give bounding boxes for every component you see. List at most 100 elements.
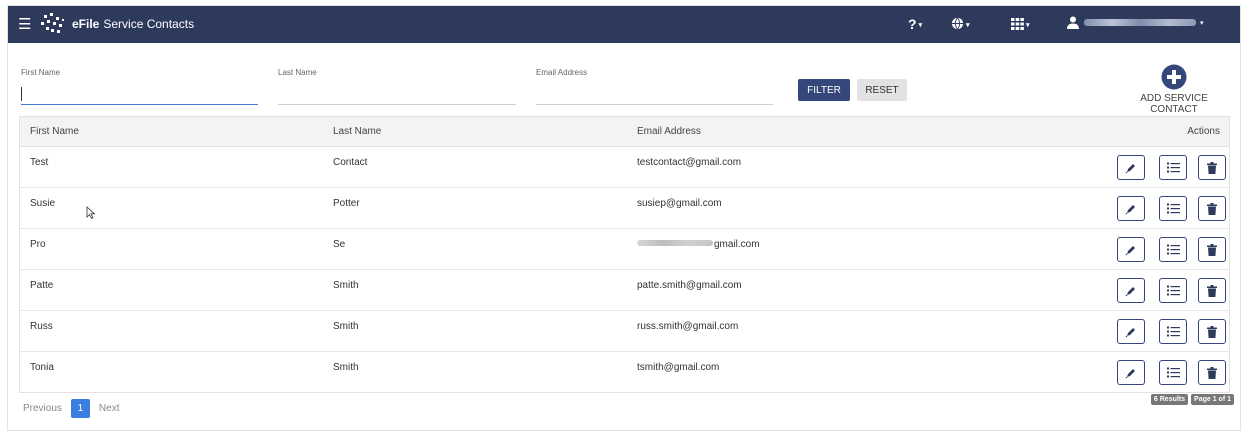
chevron-down-icon: ▾ xyxy=(1200,19,1204,27)
help-menu[interactable]: ? ▾ xyxy=(908,16,922,34)
cell-last-name: Smith xyxy=(333,280,359,291)
trash-icon xyxy=(1207,202,1217,215)
details-button[interactable] xyxy=(1159,196,1187,221)
cell-first-name: Tonia xyxy=(30,362,54,373)
edit-button[interactable] xyxy=(1117,237,1145,262)
chevron-down-icon: ▾ xyxy=(966,22,970,29)
cell-email: patte.smith@gmail.com xyxy=(637,280,742,291)
brand-name: eFile xyxy=(72,17,100,31)
apps-menu[interactable]: ▾ xyxy=(1011,16,1030,34)
chevron-down-icon: ▾ xyxy=(1026,22,1030,29)
table-row: Test Contact testcontact@gmail.com xyxy=(20,147,1229,188)
table-row: Pro Se gmail.com xyxy=(20,229,1229,270)
cell-email-domain: gmail.com xyxy=(714,239,760,250)
page-name: Service Contacts xyxy=(103,17,195,31)
user-email-redacted xyxy=(1084,19,1196,26)
details-button[interactable] xyxy=(1159,155,1187,180)
reset-button[interactable]: RESET xyxy=(857,79,907,101)
list-icon xyxy=(1166,326,1180,337)
edit-button[interactable] xyxy=(1117,278,1145,303)
delete-button[interactable] xyxy=(1198,319,1226,344)
column-header-last-name[interactable]: Last Name xyxy=(333,126,381,137)
add-service-contact-button[interactable]: ADD SERVICE CONTACT xyxy=(1120,64,1228,115)
column-header-first-name[interactable]: First Name xyxy=(30,126,79,137)
top-navbar: ☰ eFile Service Contacts ? ▾ ▾ ▾ ▾ xyxy=(8,6,1240,43)
efile-logo xyxy=(41,13,64,33)
delete-button[interactable] xyxy=(1198,196,1226,221)
details-button[interactable] xyxy=(1159,278,1187,303)
cell-last-name: Contact xyxy=(333,157,368,168)
pencil-icon xyxy=(1125,368,1135,378)
list-icon xyxy=(1166,244,1180,255)
results-count-badge: 6 Results xyxy=(1150,394,1189,405)
delete-button[interactable] xyxy=(1198,360,1226,385)
previous-page-link[interactable]: Previous xyxy=(23,403,62,414)
delete-button[interactable] xyxy=(1198,155,1226,180)
email-label: Email Address xyxy=(536,68,588,77)
language-menu[interactable]: ▾ xyxy=(951,16,970,34)
email-redacted xyxy=(637,240,713,246)
text-caret xyxy=(21,87,22,101)
filter-button[interactable]: FILTER xyxy=(798,79,850,101)
list-icon xyxy=(1166,203,1180,214)
add-service-contact-label: ADD SERVICE CONTACT xyxy=(1140,93,1208,115)
pencil-icon xyxy=(1125,204,1135,214)
cell-last-name: Potter xyxy=(333,198,360,209)
globe-icon xyxy=(951,17,964,30)
pencil-icon xyxy=(1125,163,1135,173)
app-window: ☰ eFile Service Contacts ? ▾ ▾ ▾ ▾ First… xyxy=(8,6,1240,430)
trash-icon xyxy=(1207,284,1217,297)
table-row: Tonia Smith tsmith@gmail.com xyxy=(20,352,1229,392)
pencil-icon xyxy=(1125,245,1135,255)
trash-icon xyxy=(1207,243,1217,256)
next-page-link[interactable]: Next xyxy=(99,403,120,414)
list-icon xyxy=(1166,162,1180,173)
pagination: Previous 1 Next xyxy=(23,399,119,418)
edit-button[interactable] xyxy=(1117,360,1145,385)
pencil-icon xyxy=(1125,286,1135,296)
grid-apps-icon xyxy=(1011,18,1024,30)
email-input[interactable] xyxy=(536,86,773,105)
table-header: First Name Last Name Email Address Actio… xyxy=(20,117,1229,147)
last-name-label: Last Name xyxy=(278,68,317,77)
mouse-cursor-icon xyxy=(86,206,96,220)
cell-first-name: Russ xyxy=(30,321,53,332)
cell-first-name: Susie xyxy=(30,198,56,209)
cell-last-name: Smith xyxy=(333,321,359,332)
cell-last-name: Smith xyxy=(333,362,359,373)
contacts-table: First Name Last Name Email Address Actio… xyxy=(19,116,1230,393)
column-header-email[interactable]: Email Address xyxy=(637,126,701,137)
user-menu[interactable]: ▾ xyxy=(1067,16,1204,29)
trash-icon xyxy=(1207,325,1217,338)
edit-button[interactable] xyxy=(1117,319,1145,344)
column-header-actions: Actions xyxy=(1187,126,1220,137)
chevron-down-icon: ▾ xyxy=(918,22,923,29)
cell-email: russ.smith@gmail.com xyxy=(637,321,739,332)
help-icon: ? xyxy=(908,16,917,32)
cell-email: testcontact@gmail.com xyxy=(637,157,742,168)
table-row: Russ Smith russ.smith@gmail.com xyxy=(20,311,1229,352)
cell-email: tsmith@gmail.com xyxy=(637,362,720,373)
result-status: 6 Results Page 1 of 1 xyxy=(1150,394,1234,405)
first-name-input[interactable] xyxy=(21,86,258,105)
last-name-input[interactable] xyxy=(278,86,516,105)
user-icon xyxy=(1067,16,1079,29)
page-1-button[interactable]: 1 xyxy=(70,399,90,418)
cell-last-name: Se xyxy=(333,239,346,250)
edit-button[interactable] xyxy=(1117,155,1145,180)
cell-email: gmail.com xyxy=(637,239,760,250)
pencil-icon xyxy=(1125,327,1135,337)
app-title: eFile Service Contacts xyxy=(72,17,194,31)
plus-circle-icon xyxy=(1161,64,1187,90)
delete-button[interactable] xyxy=(1198,237,1226,262)
cell-first-name: Pro xyxy=(30,239,46,250)
delete-button[interactable] xyxy=(1198,278,1226,303)
cell-first-name: Patte xyxy=(30,280,54,291)
first-name-label: First Name xyxy=(21,68,61,77)
edit-button[interactable] xyxy=(1117,196,1145,221)
details-button[interactable] xyxy=(1159,360,1187,385)
list-icon xyxy=(1166,367,1180,378)
hamburger-menu-icon[interactable]: ☰ xyxy=(18,16,31,33)
details-button[interactable] xyxy=(1159,319,1187,344)
details-button[interactable] xyxy=(1159,237,1187,262)
